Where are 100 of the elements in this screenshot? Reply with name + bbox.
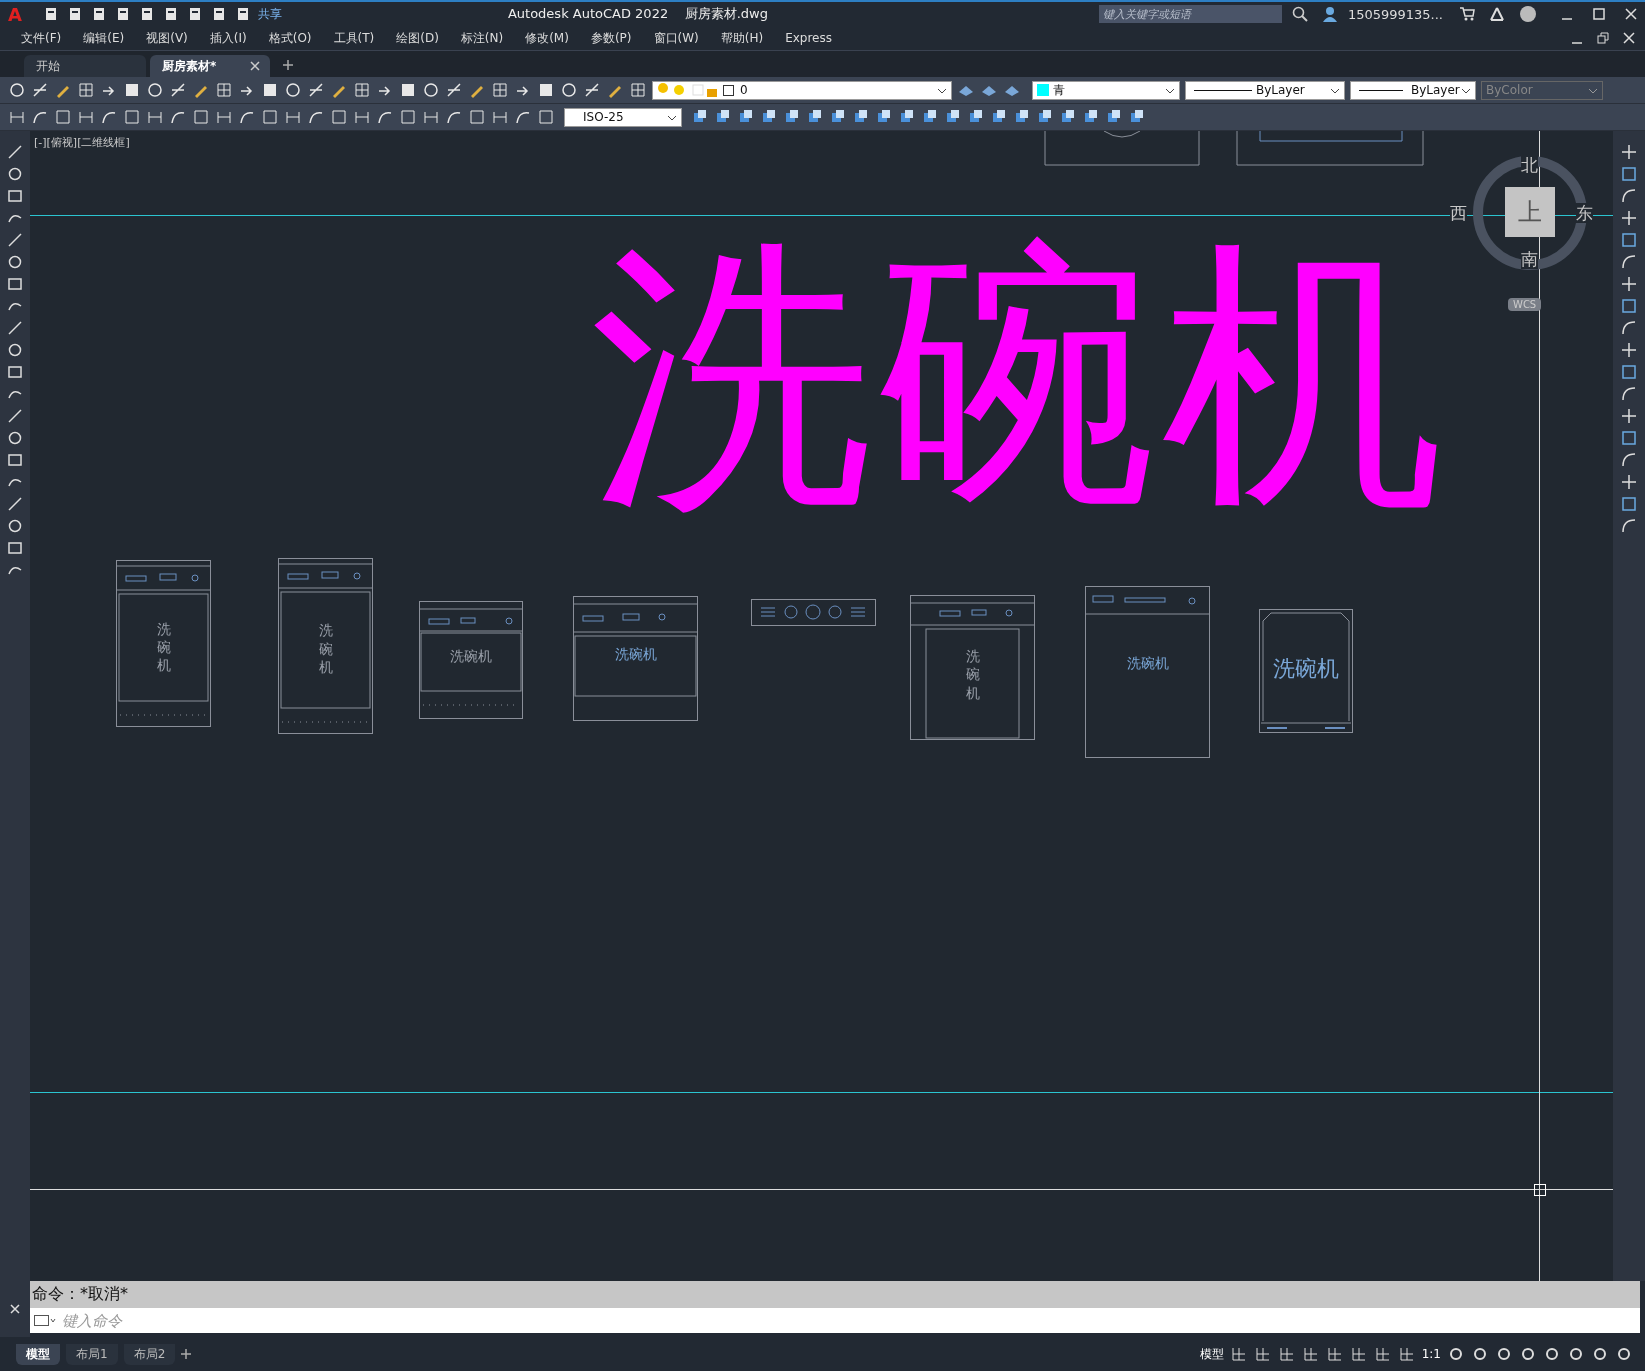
view-cube[interactable]: 上 — [1505, 187, 1555, 237]
tool-icon[interactable] — [8, 81, 26, 99]
tool-icon[interactable] — [629, 81, 647, 99]
tool-icon[interactable] — [215, 81, 233, 99]
status-icon[interactable] — [1495, 1345, 1513, 1363]
close-icon[interactable] — [250, 61, 260, 71]
user-icon[interactable] — [1321, 6, 1338, 22]
tool-icon[interactable] — [6, 539, 24, 557]
share-button[interactable]: 共享 — [257, 5, 282, 23]
caret-icon[interactable] — [1462, 88, 1470, 94]
tool-icon[interactable] — [77, 81, 95, 99]
status-icon[interactable] — [1301, 1345, 1320, 1363]
linetype-dropdown[interactable]: ByLayer — [1185, 80, 1345, 100]
tool-icon[interactable] — [1620, 275, 1638, 293]
tool-icon[interactable] — [1620, 253, 1638, 271]
compass-west[interactable]: 西 — [1450, 203, 1467, 223]
menu-item[interactable]: 参数(P) — [590, 29, 632, 47]
close-icon[interactable] — [1623, 32, 1635, 44]
tool-icon[interactable] — [6, 341, 24, 359]
color-dropdown[interactable]: 青 — [1032, 80, 1180, 100]
tool-icon[interactable] — [261, 81, 279, 99]
scale-button[interactable]: 1:1 — [1421, 1347, 1441, 1361]
status-icon[interactable] — [1615, 1345, 1633, 1363]
menu-item[interactable]: 文件(F) — [21, 29, 62, 47]
layout-tab[interactable]: 布局1 — [66, 1343, 118, 1365]
tool-icon[interactable] — [6, 429, 24, 447]
menu-item[interactable]: 绘图(D) — [396, 29, 439, 47]
tool-icon[interactable] — [1620, 143, 1638, 161]
tool-icon[interactable] — [1620, 341, 1638, 359]
close-icon[interactable] — [1625, 8, 1637, 20]
tool-icon[interactable] — [31, 81, 49, 99]
layout-tab[interactable]: 布局2 — [123, 1343, 176, 1365]
compass-east[interactable]: 东 — [1576, 203, 1593, 223]
status-icon[interactable] — [1447, 1345, 1465, 1363]
menu-item[interactable]: 视图(V) — [146, 29, 188, 47]
status-icon[interactable] — [1253, 1345, 1272, 1363]
tool-icon[interactable] — [6, 363, 24, 381]
tool-icon[interactable] — [1620, 473, 1638, 491]
drawing-canvas[interactable]: [-][俯视][二维线框] 洗碗机 洗碗机 洗碗机 洗碗机 洗碗机 洗碗机 洗碗机 洗碗机 北 西 上 东 南 WCS — [30, 131, 1613, 1281]
menu-item[interactable]: 格式(O) — [268, 29, 312, 47]
cart-icon[interactable] — [1459, 6, 1475, 22]
maximize-icon[interactable] — [1593, 8, 1605, 20]
tool-icon[interactable] — [1620, 407, 1638, 425]
status-icon[interactable] — [1519, 1345, 1537, 1363]
layout-tab[interactable]: 模型 — [16, 1343, 60, 1365]
menu-item[interactable]: 窗口(W) — [653, 29, 699, 47]
tool-icon[interactable] — [399, 81, 417, 99]
prompt-icon[interactable] — [30, 1308, 60, 1333]
menu-item[interactable]: 插入(I) — [209, 29, 247, 47]
model-button[interactable]: 模型 — [1199, 1345, 1224, 1363]
status-icon[interactable] — [1277, 1345, 1296, 1363]
file-tab[interactable]: 开始 — [24, 55, 146, 77]
tool-icon[interactable] — [1620, 451, 1638, 469]
tool-icon[interactable] — [1620, 319, 1638, 337]
file-tab[interactable]: 厨房素材* — [150, 55, 270, 77]
caret-icon[interactable] — [668, 115, 676, 121]
search-field[interactable]: 键入关键字或短语 — [1098, 5, 1282, 23]
tool-icon[interactable] — [1620, 385, 1638, 403]
menu-item[interactable]: 编辑(E) — [83, 29, 125, 47]
triangle-icon[interactable] — [1489, 6, 1505, 22]
status-icon[interactable] — [1567, 1345, 1585, 1363]
tool-icon[interactable] — [6, 451, 24, 469]
caret-icon[interactable] — [938, 88, 946, 94]
menu-item[interactable]: 帮助(H) — [720, 29, 764, 47]
status-icon[interactable] — [1373, 1345, 1392, 1363]
tool-icon[interactable] — [284, 81, 302, 99]
caret-icon[interactable] — [1331, 88, 1339, 94]
tool-icon[interactable] — [6, 253, 24, 271]
menu-item[interactable]: 工具(T) — [333, 29, 375, 47]
tool-icon[interactable] — [6, 143, 24, 161]
tool-icon[interactable] — [6, 517, 24, 535]
caret-icon[interactable] — [1166, 88, 1174, 94]
viewport-label[interactable]: [-][俯视][二维线框] — [34, 135, 130, 150]
tool-icon[interactable] — [169, 81, 187, 99]
tool-icon[interactable] — [445, 81, 463, 99]
tool-icon[interactable] — [6, 275, 24, 293]
tool-icon[interactable] — [123, 81, 141, 99]
tool-icon[interactable] — [307, 81, 325, 99]
search-icon[interactable] — [1291, 6, 1308, 22]
status-icon[interactable] — [1543, 1345, 1561, 1363]
tool-icon[interactable] — [146, 81, 164, 99]
status-icon[interactable] — [1325, 1345, 1344, 1363]
close-icon[interactable] — [10, 1304, 20, 1314]
restore-icon[interactable] — [1597, 32, 1609, 44]
plus-icon[interactable] — [282, 59, 294, 71]
plus-icon[interactable] — [181, 1349, 192, 1359]
status-icon[interactable] — [1397, 1345, 1416, 1363]
dimension-style-dropdown[interactable]: ISO-25 — [564, 107, 682, 127]
tool-icon[interactable] — [583, 81, 601, 99]
tool-icon[interactable] — [6, 319, 24, 337]
tool-icon[interactable] — [6, 495, 24, 513]
menu-item[interactable]: 修改(M) — [525, 29, 569, 47]
tool-icon[interactable] — [422, 81, 440, 99]
tool-icon[interactable] — [1620, 517, 1638, 535]
tool-icon[interactable] — [537, 81, 555, 99]
status-icon[interactable] — [1229, 1345, 1248, 1363]
tool-icon[interactable] — [560, 81, 578, 99]
compass-north[interactable]: 北 — [1521, 155, 1538, 175]
tool-icon[interactable] — [6, 407, 24, 425]
user-name[interactable]: 1505999135... — [1347, 6, 1443, 22]
